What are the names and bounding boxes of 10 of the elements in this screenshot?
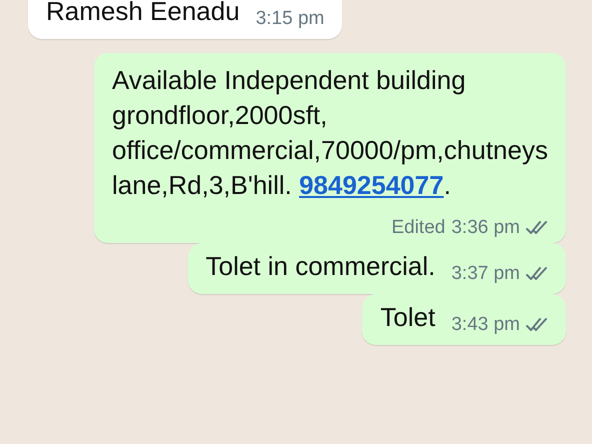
edited-label: Edited [391, 217, 446, 239]
message-time: 3:15 pm [256, 8, 324, 30]
message-time: 3:43 pm [451, 314, 520, 336]
message-text: Tolet [380, 302, 436, 332]
message-time: 3:37 pm [451, 263, 520, 285]
message-text: Ramesh Eenadu [46, 0, 240, 26]
phone-link[interactable]: 9849254077 [299, 170, 444, 200]
message-time: 3:36 pm [451, 217, 520, 239]
message-text: Tolet in commercial. [206, 251, 436, 281]
message-text: Available Independent building grondfloor,2000sft, office/commercial,70000/pm,chutneys lane,Rd,3,B'hill. 9849254077. [112, 65, 548, 200]
